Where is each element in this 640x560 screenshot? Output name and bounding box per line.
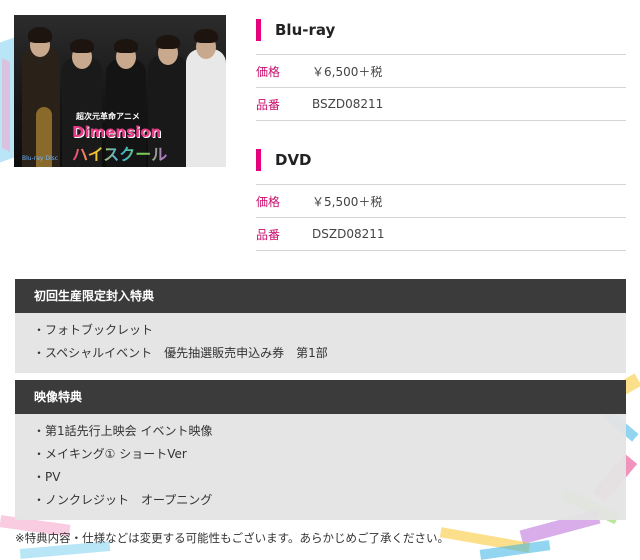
product-jacket-image: 超次元革命アニメ Dimension ハイスクール Blu-ray Disc — [14, 15, 226, 167]
list-item: ・フォトブックレット — [33, 323, 154, 337]
list-item: ・スペシャルイベント 優先抽選販売申込み券 第1部 — [33, 346, 328, 360]
first-press-bonus-panel: 初回生産限定封入特典 ・フォトブックレット ・スペシャルイベント 優先抽選販売申… — [15, 279, 626, 373]
format-bluray: Blu-ray 価格 ￥6,500＋税 品番 BSZD08211 — [256, 18, 626, 121]
jacket-title-kana: ハイスクール — [72, 141, 167, 165]
price-row: 価格 ￥6,500＋税 — [256, 55, 626, 88]
price-value: ￥5,500＋税 — [312, 194, 383, 209]
accent-bar — [256, 149, 261, 171]
list-item: ・PV — [33, 470, 61, 484]
list-item: ・ノンクレジット オープニング — [33, 493, 213, 507]
list-item: ・第1話先行上映会 イベント映像 — [33, 424, 213, 438]
format-heading: Blu-ray — [256, 18, 626, 42]
catalog-number-row: 品番 DSZD08211 — [256, 218, 626, 251]
jacket-subtitle: 超次元革命アニメ — [76, 112, 140, 121]
price-value: ￥6,500＋税 — [312, 64, 383, 79]
price-label: 価格 — [256, 194, 281, 209]
format-title: DVD — [275, 151, 312, 169]
accent-bar — [256, 19, 261, 41]
panel-heading: 初回生産限定封入特典 — [15, 279, 626, 313]
catalog-number-row: 品番 BSZD08211 — [256, 88, 626, 121]
format-dvd: DVD 価格 ￥5,500＋税 品番 DSZD08211 — [256, 148, 626, 251]
panel-body: ・フォトブックレット ・スペシャルイベント 優先抽選販売申込み券 第1部 — [15, 313, 626, 373]
price-row: 価格 ￥5,500＋税 — [256, 185, 626, 218]
catalog-number-label: 品番 — [256, 97, 281, 112]
format-title: Blu-ray — [275, 21, 336, 39]
panel-heading: 映像特典 — [15, 380, 626, 414]
panel-body: ・第1話先行上映会 イベント映像 ・メイキング① ショートVer ・PV ・ノン… — [15, 414, 626, 520]
format-heading: DVD — [256, 148, 626, 172]
catalog-number-label: 品番 — [256, 227, 281, 242]
jacket-title: Dimension — [72, 123, 162, 141]
bluray-disc-logo: Blu-ray Disc — [22, 155, 59, 162]
list-item: ・メイキング① ショートVer — [33, 447, 187, 461]
disclaimer-note: ※特典内容・仕様などは変更する可能性もございます。あらかじめご了承ください。 — [15, 531, 449, 545]
catalog-number-value: DSZD08211 — [312, 227, 385, 241]
video-bonus-panel: 映像特典 ・第1話先行上映会 イベント映像 ・メイキング① ショートVer ・P… — [15, 380, 626, 520]
price-label: 価格 — [256, 64, 281, 79]
catalog-number-value: BSZD08211 — [312, 97, 384, 111]
